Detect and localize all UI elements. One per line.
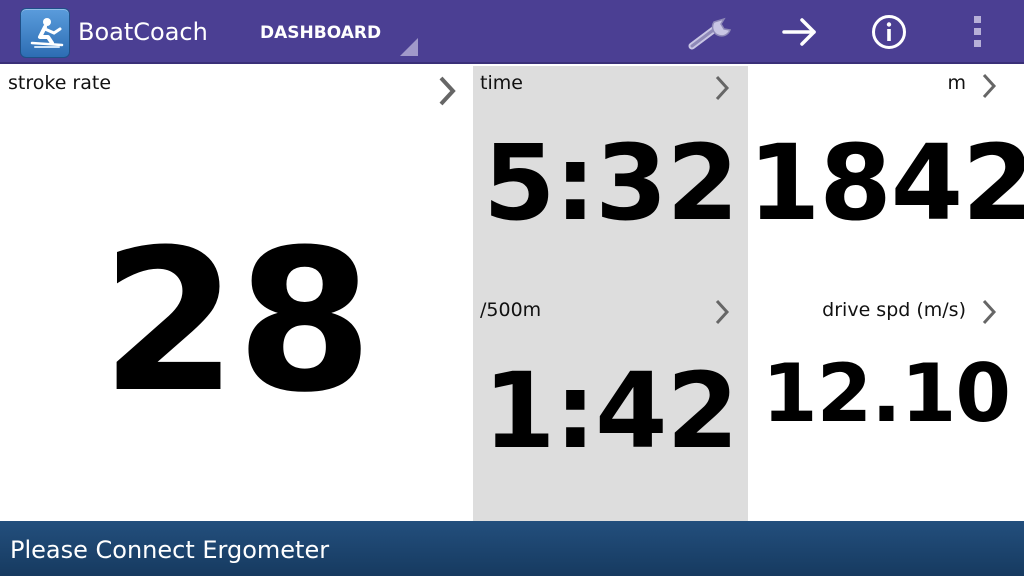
arrow-right-icon xyxy=(782,18,816,46)
chevron-right-icon[interactable] xyxy=(713,74,731,102)
drive-speed-label: drive spd (m/s) xyxy=(822,299,966,321)
time-label: time xyxy=(480,72,523,94)
connection-status-message: Please Connect Ergometer xyxy=(10,536,330,564)
rower-icon[interactable] xyxy=(20,8,70,58)
stroke-rate-value: 28 xyxy=(101,208,373,436)
distance-tile[interactable]: m 1842 xyxy=(748,66,1024,294)
overflow-menu-button[interactable] xyxy=(950,8,1006,56)
app-title: BoatCoach xyxy=(78,18,208,46)
drive-speed-value: 12.10 xyxy=(761,347,1011,440)
split-value: 1:42 xyxy=(483,350,739,472)
chevron-right-icon[interactable] xyxy=(980,72,998,100)
nav-dropdown-label: DASHBOARD xyxy=(260,23,382,43)
info-button[interactable] xyxy=(861,8,917,56)
forward-button[interactable] xyxy=(772,8,828,56)
stroke-rate-label: stroke rate xyxy=(8,72,112,94)
wrench-icon xyxy=(688,17,732,50)
time-tile[interactable]: time 5:32 xyxy=(473,66,748,294)
info-icon xyxy=(872,15,906,49)
split-label: /500m xyxy=(480,299,542,321)
chevron-right-icon[interactable] xyxy=(436,74,458,108)
stroke-rate-tile[interactable]: stroke rate 28 xyxy=(0,66,473,521)
action-bar: BoatCoach DASHBOARD xyxy=(0,0,1024,64)
time-value: 5:32 xyxy=(483,122,739,244)
chevron-right-icon[interactable] xyxy=(713,298,731,326)
drive-speed-tile[interactable]: drive spd (m/s) 12.10 xyxy=(748,294,1024,521)
dropdown-corner-icon xyxy=(400,38,418,56)
settings-button[interactable] xyxy=(683,8,739,56)
chevron-right-icon[interactable] xyxy=(980,298,998,326)
distance-label: m xyxy=(947,72,966,94)
overflow-menu-icon xyxy=(974,16,981,47)
dashboard-nav-dropdown[interactable]: DASHBOARD xyxy=(246,14,418,56)
status-bar: Please Connect Ergometer xyxy=(0,521,1024,576)
boatcoach-app: BoatCoach DASHBOARD stroke rate 28 time … xyxy=(0,0,1024,576)
distance-value: 1842 xyxy=(748,122,1024,244)
split-tile[interactable]: /500m 1:42 xyxy=(473,294,748,521)
